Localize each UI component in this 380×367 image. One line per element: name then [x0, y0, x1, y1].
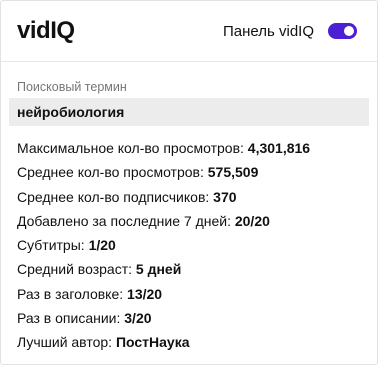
toggle-knob [344, 26, 354, 36]
panel-content: Поисковый термин нейробиология Максималь… [1, 62, 377, 355]
stat-value: ПостНаука [115, 334, 190, 351]
vidiq-panel: vid IQ Панель vidIQ Поисковый термин нейр… [0, 0, 378, 365]
stat-in-description: Раз в описании: 3/20 [17, 306, 361, 330]
stat-label: Средний возраст: [17, 261, 133, 278]
stats-list: Максимальное кол-во просмотров: 4,301,81… [9, 136, 369, 355]
stat-label: Раз в описании: [17, 310, 121, 327]
stat-label: Добавлено за последние 7 дней: [17, 212, 231, 229]
stat-avg-views: Среднее кол-во просмотров: 575,509 [17, 160, 361, 184]
stat-value: 5 дней [135, 261, 182, 278]
panel-toggle-group: Панель vidIQ [223, 23, 357, 40]
stat-label: Среднее кол-во просмотров: [17, 164, 204, 181]
stat-value: 370 [213, 188, 237, 205]
stat-subtitles: Субтитры: 1/20 [17, 233, 361, 257]
stat-in-title: Раз в заголовке: 13/20 [17, 282, 361, 306]
stat-value: 20/20 [234, 212, 270, 229]
logo-text-iq: IQ [50, 17, 75, 44]
stat-value: 13/20 [127, 285, 163, 302]
panel-toggle-switch[interactable] [328, 23, 357, 39]
stat-label: Среднее кол-во подписчиков: [17, 188, 210, 205]
logo-text-vid: vid [17, 17, 51, 44]
stat-added-last-7-days: Добавлено за последние 7 дней: 20/20 [17, 209, 361, 233]
stat-label: Субтитры: [17, 237, 85, 254]
search-term-label: Поисковый термин [17, 80, 127, 94]
stat-value: 575,509 [207, 164, 259, 181]
stat-label: Лучший автор: [17, 334, 113, 351]
vidiq-logo: vid IQ [17, 17, 75, 45]
search-term-value: нейробиология [9, 98, 369, 126]
panel-toggle-label: Панель vidIQ [223, 22, 314, 40]
stat-value: 4,301,816 [247, 140, 311, 156]
stat-label: Максимальное кол-во просмотров: [17, 140, 244, 156]
stat-top-author: Лучший автор: ПостНаука [17, 330, 361, 354]
stat-max-views: Максимальное кол-во просмотров: 4,301,81… [17, 136, 361, 160]
stat-avg-subscribers: Среднее кол-во подписчиков: 370 [17, 185, 361, 209]
stat-value: 1/20 [88, 237, 116, 254]
stat-avg-age: Средний возраст: 5 дней [17, 257, 361, 281]
stat-value: 3/20 [124, 310, 152, 327]
stat-label: Раз в заголовке: [17, 285, 124, 302]
panel-header: vid IQ Панель vidIQ [1, 1, 377, 62]
